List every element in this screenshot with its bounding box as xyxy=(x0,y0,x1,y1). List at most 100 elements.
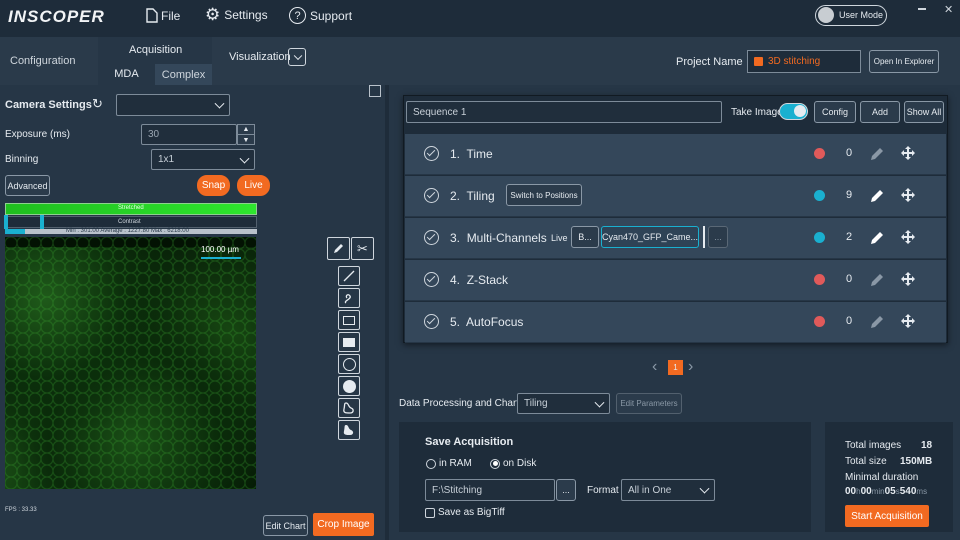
add-button[interactable]: Add xyxy=(860,101,900,123)
visualization-dropdown-button[interactable] xyxy=(288,48,306,66)
check-circle-icon[interactable] xyxy=(424,230,439,245)
switch-to-positions-button[interactable]: Switch to Positions xyxy=(506,184,582,206)
move-icon[interactable] xyxy=(901,230,915,244)
step-row-time[interactable]: 1. Time 0 xyxy=(405,134,946,175)
gear-icon: ⚙ xyxy=(205,5,221,24)
step-count: 0 xyxy=(846,315,853,327)
project-name-field[interactable]: 3D stitching xyxy=(747,50,861,73)
refresh-icon[interactable]: ↻ xyxy=(92,96,103,112)
more-channels-button[interactable]: ... xyxy=(708,226,728,248)
filled-polygon-tool-icon[interactable] xyxy=(338,420,360,440)
step-row-zstack[interactable]: 4. Z-Stack 0 xyxy=(405,260,946,301)
save-path-input[interactable]: F:\Stitching xyxy=(425,479,555,501)
take-image-toggle[interactable] xyxy=(779,103,808,120)
stepper-down-icon[interactable]: ▼ xyxy=(238,135,254,145)
scissors-tool-icon[interactable]: ✂ xyxy=(351,237,374,260)
user-mode-toggle[interactable]: User Mode xyxy=(815,5,887,26)
exposure-stepper[interactable]: ▲ ▼ xyxy=(237,124,255,145)
channel-button[interactable]: Cyan470_GFP_Came... xyxy=(601,226,699,248)
pager-prev-icon[interactable]: ‹ xyxy=(652,358,657,376)
chevron-down-icon xyxy=(293,51,303,61)
move-icon[interactable] xyxy=(901,188,915,202)
exposure-input[interactable]: 30 xyxy=(141,124,237,145)
pen-tool-icon[interactable] xyxy=(327,237,350,260)
filled-rectangle-tool-icon[interactable] xyxy=(338,332,360,352)
fps-label: FPS : 33.33 xyxy=(5,507,37,513)
format-select[interactable]: All in One xyxy=(621,479,715,501)
total-images-value: 18 xyxy=(921,440,933,451)
check-circle-icon[interactable] xyxy=(424,146,439,161)
contrast-bar[interactable]: Contrast xyxy=(4,215,257,229)
snap-button[interactable]: Snap xyxy=(197,175,230,196)
pencil-icon[interactable] xyxy=(869,272,883,288)
crop-image-button[interactable]: Crop Image xyxy=(313,513,374,536)
edit-parameters-button[interactable]: Edit Parameters xyxy=(616,393,682,414)
check-circle-icon[interactable] xyxy=(424,188,439,203)
advanced-button[interactable]: Advanced xyxy=(5,175,50,196)
step-count: 2 xyxy=(846,231,853,243)
radio-empty-icon xyxy=(426,458,436,469)
move-icon[interactable] xyxy=(901,314,915,328)
binning-select[interactable]: 1x1 xyxy=(151,149,255,170)
close-window-button[interactable]: ✕ xyxy=(944,3,953,16)
check-circle-icon[interactable] xyxy=(424,314,439,329)
step-row-multichannels[interactable]: 3. Multi-Channels Live B... Cyan470_GFP_… xyxy=(405,218,946,259)
settings-menu[interactable]: ⚙ Settings xyxy=(205,5,268,24)
pencil-icon[interactable] xyxy=(869,188,883,204)
pencil-icon[interactable] xyxy=(869,314,883,330)
show-all-button[interactable]: Show All xyxy=(904,101,944,123)
contrast-min-handle[interactable] xyxy=(4,215,8,229)
pager-current-page[interactable]: 1 xyxy=(668,360,683,375)
processing-select[interactable]: Tiling xyxy=(517,393,610,414)
polygon-tool-icon[interactable] xyxy=(338,398,360,418)
pencil-icon[interactable] xyxy=(869,146,883,162)
project-name-label: Project Name xyxy=(676,56,743,68)
tab-complex[interactable]: Complex xyxy=(155,64,212,85)
support-menu[interactable]: ? Support xyxy=(289,7,352,24)
tab-visualization[interactable]: Visualization xyxy=(229,51,291,63)
sequence-name-input[interactable]: Sequence 1 xyxy=(406,101,722,123)
stepper-up-icon[interactable]: ▲ xyxy=(238,125,254,135)
pencil-icon[interactable] xyxy=(869,230,883,246)
line-tool-icon[interactable] xyxy=(338,266,360,286)
open-explorer-button[interactable]: Open In Explorer xyxy=(869,50,939,73)
contrast-max-handle[interactable] xyxy=(40,215,44,229)
on-disk-radio[interactable]: on Disk xyxy=(490,458,536,469)
step-count: 0 xyxy=(846,273,853,285)
move-icon[interactable] xyxy=(901,272,915,286)
scalebar-label: 100.00 µm xyxy=(201,245,239,254)
step-row-autofocus[interactable]: 5. AutoFocus 0 xyxy=(405,302,946,343)
check-circle-icon[interactable] xyxy=(424,272,439,287)
bigtiff-checkbox[interactable]: Save as BigTiff xyxy=(425,507,505,518)
freehand-tool-icon[interactable] xyxy=(338,288,360,308)
min-duration-value: 00h00min05s540ms xyxy=(845,486,928,497)
step-row-tiling[interactable]: 2. Tiling Switch to Positions 9 xyxy=(405,176,946,217)
edit-chart-button[interactable]: Edit Chart xyxy=(263,515,308,536)
in-ram-radio[interactable]: in RAM xyxy=(426,458,472,469)
start-acquisition-button[interactable]: Start Acquisition xyxy=(845,505,929,527)
support-label: Support xyxy=(310,8,353,23)
file-menu[interactable]: File xyxy=(146,8,180,23)
popout-icon[interactable] xyxy=(369,85,381,97)
total-size-value: 150MB xyxy=(900,456,933,467)
minimize-button[interactable] xyxy=(918,8,926,10)
config-button[interactable]: Config xyxy=(814,101,856,123)
browse-button[interactable]: ... xyxy=(556,479,576,501)
checkbox-icon xyxy=(425,507,435,518)
step-label: 3. Multi-Channels xyxy=(450,231,547,245)
camera-panel: Camera Settings ↻ Exposure (ms) 30 ▲ ▼ B… xyxy=(0,85,385,540)
live-button[interactable]: Live xyxy=(237,175,270,196)
pager-next-icon[interactable]: › xyxy=(688,358,693,376)
camera-select[interactable] xyxy=(116,94,230,116)
filled-ellipse-tool-icon[interactable] xyxy=(338,376,360,396)
rectangle-tool-icon[interactable] xyxy=(338,310,360,330)
camera-image[interactable]: 100.00 µm xyxy=(5,237,256,489)
radio-selected-icon xyxy=(490,458,500,469)
channel-b-button[interactable]: B... xyxy=(571,226,599,248)
ellipse-tool-icon[interactable] xyxy=(338,354,360,374)
total-size-label: Total size xyxy=(845,456,887,467)
stretched-bar[interactable]: Stretched xyxy=(5,203,257,215)
tab-configuration[interactable]: Configuration xyxy=(10,55,75,67)
move-icon[interactable] xyxy=(901,146,915,160)
tab-mda[interactable]: MDA xyxy=(98,64,155,85)
